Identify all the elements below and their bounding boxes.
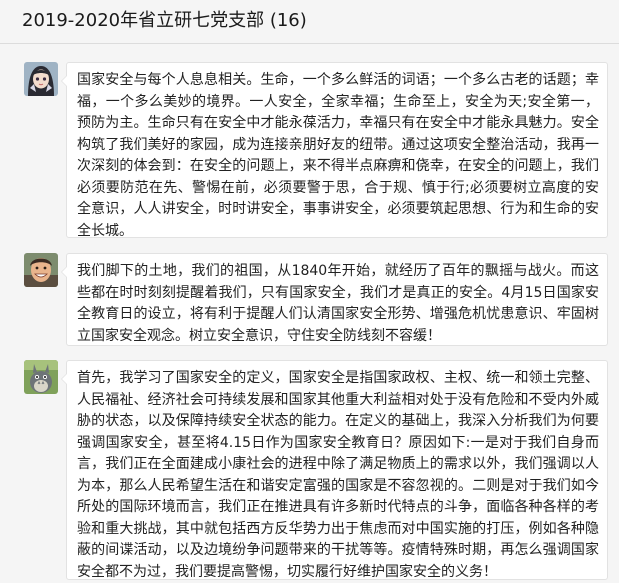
chat-header: 2019-2020年省立研七党支部 (16) xyxy=(0,0,619,44)
totoro-avatar[interactable] xyxy=(24,360,58,394)
message-bubble: 首先，我学习了国家安全的定义，国家安全是指国家政权、主权、统一和领土完整、人民福… xyxy=(61,360,608,580)
message-bubble: 国家安全与每个人息息相关。生命，一个多么鲜活的词语；一个多么古老的话题；幸福，一… xyxy=(61,62,608,239)
anime-girl-avatar[interactable] xyxy=(24,62,58,96)
message-text: 我们脚下的土地，我们的祖国，从1840年开始，就经历了百年的飘摇与战火。而这些都… xyxy=(77,263,599,344)
message-text: 国家安全与每个人息息相关。生命，一个多么鲜活的词语；一个多么古老的话题；幸福，一… xyxy=(77,72,599,239)
smiling-man-avatar[interactable] xyxy=(24,253,58,287)
message-bubble: 我们脚下的土地，我们的祖国，从1840年开始，就经历了百年的飘摇与战火。而这些都… xyxy=(61,253,608,346)
group-title: 2019-2020年省立研七党支部 (16) xyxy=(22,10,307,31)
message-text: 首先，我学习了国家安全的定义，国家安全是指国家政权、主权、统一和领土完整、人民福… xyxy=(77,370,599,580)
